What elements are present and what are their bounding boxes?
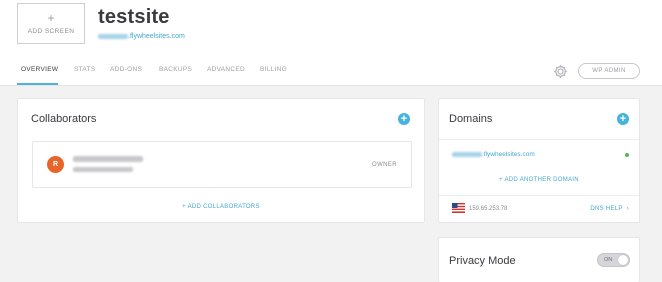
add-another-domain-link[interactable]: + ADD ANOTHER DOMAIN xyxy=(439,177,639,183)
redacted-subdomain xyxy=(98,33,128,39)
redacted-subdomain xyxy=(452,151,482,157)
domain-suffix: .flywheelsites.com xyxy=(482,151,535,158)
collaborator-row[interactable]: R OWNER xyxy=(32,141,412,188)
divider xyxy=(439,195,639,196)
role-label: OWNER xyxy=(372,162,397,168)
add-collaborator-icon[interactable]: + xyxy=(398,113,410,125)
site-url-link[interactable]: .flywheelsites.com xyxy=(98,33,185,40)
plus-icon: + xyxy=(47,11,55,25)
gear-icon[interactable] xyxy=(552,63,569,80)
privacy-mode-card: Privacy Mode ON xyxy=(438,237,640,282)
add-collaborators-link[interactable]: + ADD COLLABORATORS xyxy=(18,204,424,210)
toggle-state-label: ON xyxy=(604,257,613,263)
tab-overview[interactable]: OVERVIEW xyxy=(21,66,58,73)
tab-billing[interactable]: BILLING xyxy=(260,66,287,73)
dns-help-label: DNS HELP xyxy=(590,206,623,212)
avatar: R xyxy=(47,156,64,173)
tab-add-ons[interactable]: ADD-ONS xyxy=(110,66,142,73)
us-flag-icon xyxy=(452,203,465,213)
privacy-mode-title: Privacy Mode xyxy=(449,255,516,267)
domains-title: Domains xyxy=(449,113,493,125)
redacted-email xyxy=(73,167,133,172)
privacy-mode-toggle[interactable]: ON xyxy=(597,253,630,267)
add-screen-button[interactable]: + ADD SCREEN xyxy=(17,3,85,44)
server-ip: 159.65.253.78 xyxy=(469,206,508,212)
tab-advanced[interactable]: ADVANCED xyxy=(207,66,245,73)
add-domain-icon[interactable]: + xyxy=(617,113,629,125)
dns-help-link[interactable]: DNS HELP › xyxy=(590,206,629,212)
site-title: testsite xyxy=(98,6,170,28)
tab-stats[interactable]: STATS xyxy=(74,66,95,73)
wp-admin-button[interactable]: WP ADMIN xyxy=(578,63,640,79)
toggle-knob xyxy=(618,255,628,265)
active-tab-indicator xyxy=(17,83,58,85)
status-dot-icon xyxy=(625,153,629,157)
domains-card: Domains + .flywheelsites.com + ADD ANOTH… xyxy=(438,98,640,223)
redacted-name xyxy=(73,156,143,162)
collaborators-card: Collaborators + R OWNER + ADD COLLABORAT… xyxy=(17,98,425,223)
site-header: + ADD SCREEN testsite .flywheelsites.com… xyxy=(0,0,662,86)
domain-link[interactable]: .flywheelsites.com xyxy=(452,151,535,158)
collaborators-title: Collaborators xyxy=(31,113,97,125)
tab-backups[interactable]: BACKUPS xyxy=(159,66,192,73)
chevron-right-icon: › xyxy=(626,206,629,212)
add-screen-label: ADD SCREEN xyxy=(27,28,75,35)
divider xyxy=(439,139,639,140)
site-url-suffix: .flywheelsites.com xyxy=(128,33,185,40)
